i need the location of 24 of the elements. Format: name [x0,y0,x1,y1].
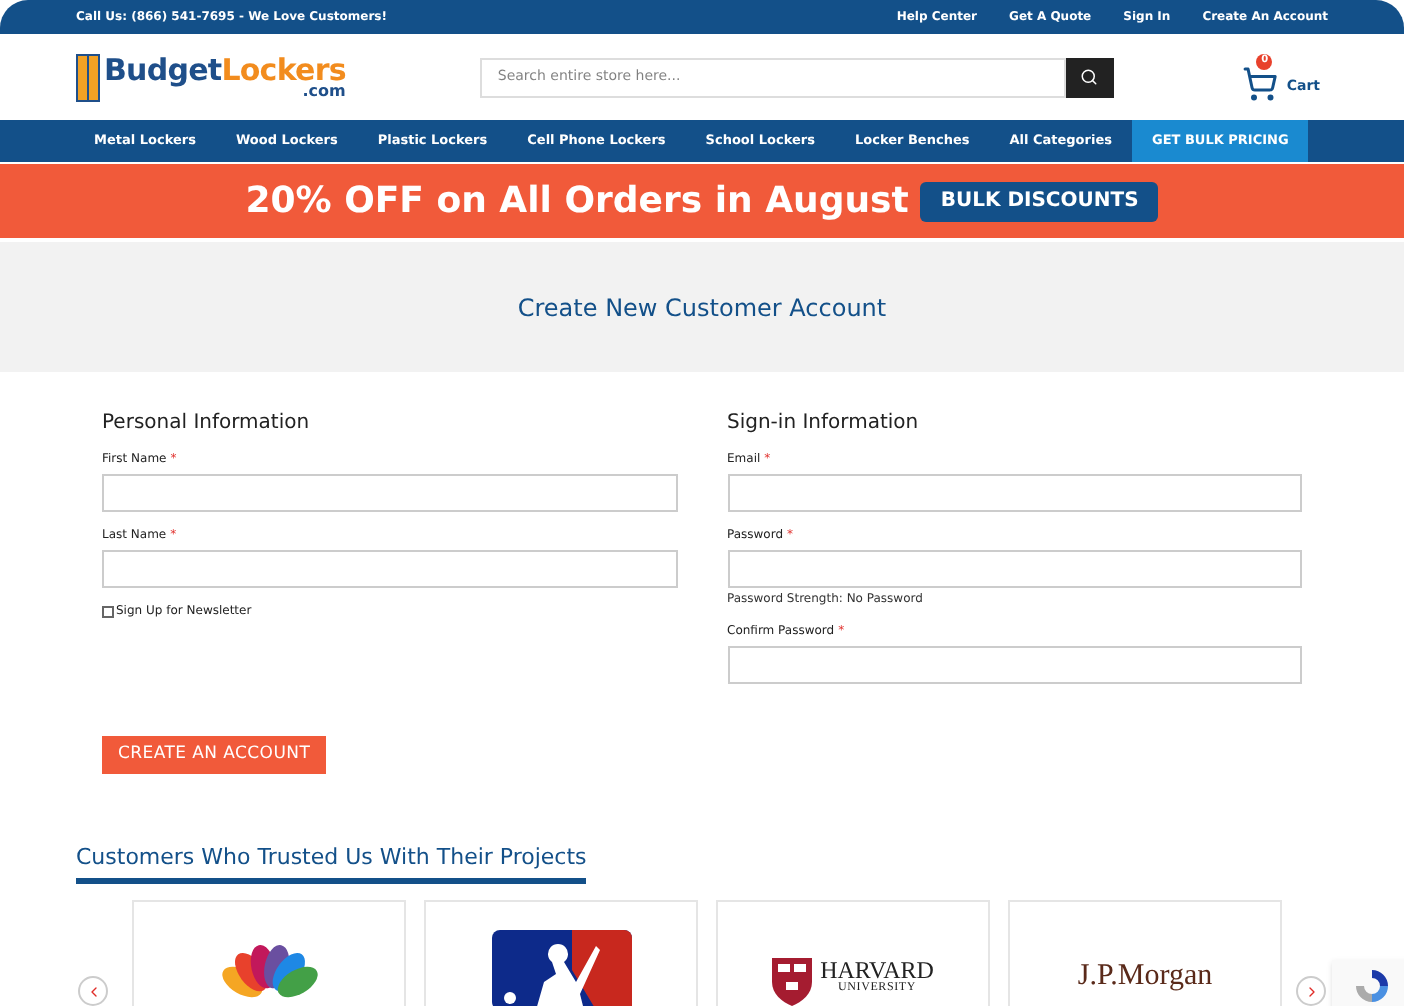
section-title: Sign-in Information [727,410,921,438]
next-button[interactable] [1296,976,1326,1006]
logo-text: HARVARD [820,958,934,983]
recaptcha-icon [1354,968,1390,1005]
promo-text: 20% OFF on All Orders in August [245,178,909,226]
site-logo[interactable]: BudgetLockers .com [76,53,346,101]
locker-icon [76,53,100,101]
input-field[interactable] [102,550,677,588]
previous-button[interactable] [78,976,108,1006]
input-field[interactable] [727,474,1302,512]
newsletter-checkbox[interactable] [102,605,114,617]
search-button[interactable] [1065,57,1114,97]
customers-title: Customers Who Trusted Us With Their Projects [76,841,587,885]
logo-suffix: .com [302,83,346,99]
input-field[interactable] [102,474,677,512]
input-field[interactable] [727,646,1302,684]
input-field[interactable] [727,550,1302,588]
section-title: Personal Information [102,410,312,438]
cart-icon [1242,65,1279,101]
bulk-discounts-button[interactable]: BULK DISCOUNTS [920,181,1159,221]
page-title: Create New Customer Account [517,291,887,325]
logo-text: BudgetLockers [104,55,346,85]
search-icon [1080,68,1099,86]
logo-text: J.P.Morgan [1077,962,1213,997]
